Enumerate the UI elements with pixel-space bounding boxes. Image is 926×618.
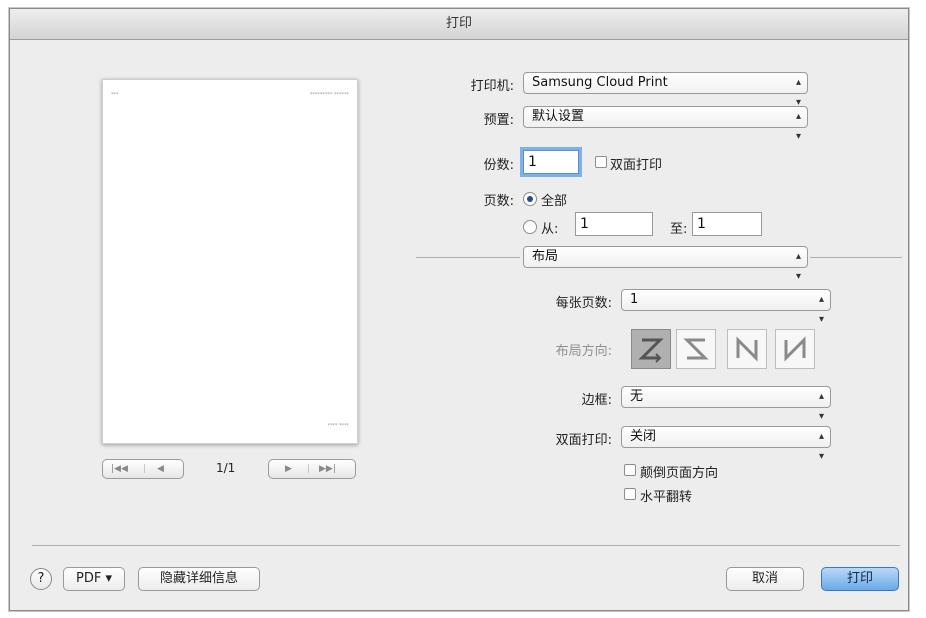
preview-forward-buttons[interactable]: ▶ | ▶▶|: [268, 459, 356, 479]
updown-arrows-icon: ▴ ▾: [818, 391, 824, 422]
presets-label: 预置:: [483, 113, 514, 128]
reverse-orientation-checkbox[interactable]: [624, 464, 636, 476]
updown-arrows-icon: ▴ ▾: [818, 431, 824, 462]
pages-all-radio[interactable]: [523, 192, 537, 206]
border-select[interactable]: 无 ▴ ▾: [621, 386, 831, 422]
print-button[interactable]: 打印: [821, 567, 899, 591]
updown-arrows-icon: ▴ ▾: [795, 251, 801, 282]
pages-range-radio[interactable]: [523, 220, 537, 234]
section-value: 布局: [532, 249, 559, 264]
layout-n-icon[interactable]: [727, 329, 767, 369]
cancel-button[interactable]: 取消: [726, 567, 804, 591]
pages-from-label: 从:: [541, 222, 559, 237]
pages-per-sheet-label: 每张页数:: [555, 296, 612, 311]
next-page-icon[interactable]: ▶: [285, 460, 292, 478]
presets-value: 默认设置: [532, 109, 585, 124]
two-sided-value: 关闭: [630, 429, 657, 444]
previous-page-icon[interactable]: ◀: [157, 460, 164, 478]
two-sided-label: 双面打印:: [555, 433, 612, 448]
pages-label: 页数:: [483, 194, 514, 209]
footer-divider: [32, 545, 900, 546]
section-divider-right: [810, 257, 902, 258]
preview-back-buttons[interactable]: |◀◀ | ◀: [102, 459, 184, 479]
print-dialog: 打印 *** ********* ****** **** **** |◀◀ | …: [9, 8, 909, 611]
pages-per-sheet-value: 1: [630, 292, 639, 307]
presets-select[interactable]: 默认设置 ▴ ▾: [523, 106, 808, 142]
duplex-label: 双面打印: [610, 158, 663, 173]
title-bar: 打印: [10, 9, 908, 40]
page-preview: *** ********* ****** **** ****: [102, 79, 358, 444]
printer-select[interactable]: Samsung Cloud Print ▴ ▾: [523, 72, 808, 108]
pages-from-input[interactable]: 1: [575, 212, 653, 236]
two-sided-select[interactable]: 关闭 ▴ ▾: [621, 426, 831, 462]
preview-header-left: ***: [111, 92, 119, 98]
layout-n-reverse-icon[interactable]: [775, 329, 815, 369]
duplex-checkbox[interactable]: [595, 156, 607, 168]
preview-header-right: ********* ******: [309, 92, 349, 98]
flip-horizontal-checkbox[interactable]: [624, 488, 636, 500]
pages-to-label: 至:: [670, 222, 688, 237]
copies-label: 份数:: [483, 158, 514, 173]
reverse-orientation-label: 颠倒页面方向: [640, 466, 719, 481]
layout-z-icon[interactable]: [631, 329, 671, 369]
section-divider-left: [416, 257, 520, 258]
pages-all-label: 全部: [541, 194, 568, 209]
first-page-icon[interactable]: |◀◀: [111, 460, 128, 478]
help-button[interactable]: ?: [30, 568, 52, 590]
updown-arrows-icon: ▴ ▾: [818, 294, 824, 325]
border-label: 边框:: [581, 393, 612, 408]
page-indicator: 1/1: [216, 461, 236, 475]
copies-input[interactable]: 1: [523, 150, 579, 174]
layout-s-icon[interactable]: [676, 329, 716, 369]
layout-direction-label: 布局方向:: [555, 344, 612, 359]
printer-value: Samsung Cloud Print: [532, 75, 668, 90]
printer-label: 打印机:: [470, 79, 514, 94]
section-select[interactable]: 布局 ▴ ▾: [523, 246, 808, 282]
border-value: 无: [630, 389, 644, 404]
flip-horizontal-label: 水平翻转: [640, 490, 693, 505]
pdf-button[interactable]: PDF ▾: [63, 567, 125, 591]
preview-footer-right: **** ****: [327, 423, 349, 429]
last-page-icon[interactable]: ▶▶|: [319, 460, 336, 478]
pages-per-sheet-select[interactable]: 1 ▴ ▾: [621, 289, 831, 325]
pages-to-input[interactable]: 1: [692, 212, 762, 236]
updown-arrows-icon: ▴ ▾: [795, 111, 801, 142]
window-title: 打印: [445, 16, 472, 31]
hide-details-button[interactable]: 隐藏详细信息: [138, 567, 260, 591]
